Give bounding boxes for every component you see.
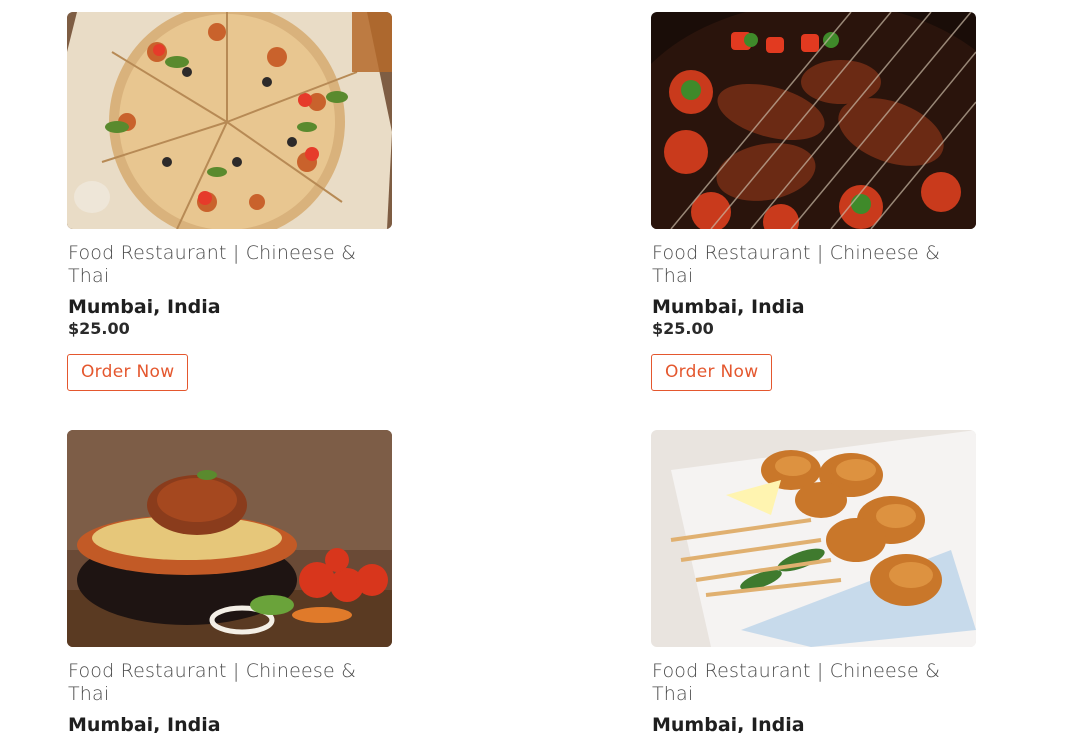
- restaurant-category: Food Restaurant | Chineese & Thai: [68, 242, 357, 287]
- fried-food-photo[interactable]: [651, 430, 976, 647]
- restaurant-location: Mumbai, India: [68, 714, 221, 733]
- restaurant-price: $25.00: [68, 319, 130, 338]
- restaurant-grid: Food Restaurant | Chineese & Thai Mumbai…: [0, 0, 1084, 733]
- restaurant-category: Food Restaurant | Chineese & Thai: [652, 660, 941, 705]
- restaurant-card: Food Restaurant | Chineese & Thai Mumbai…: [651, 12, 976, 391]
- restaurant-card: Food Restaurant | Chineese & Thai Mumbai…: [67, 430, 392, 733]
- pasta-photo[interactable]: [67, 430, 392, 647]
- restaurant-category: Food Restaurant | Chineese & Thai: [652, 242, 941, 287]
- pizza-photo[interactable]: [67, 12, 392, 229]
- grill-photo[interactable]: [651, 12, 976, 229]
- restaurant-card: Food Restaurant | Chineese & Thai Mumbai…: [651, 430, 976, 733]
- restaurant-location: Mumbai, India: [652, 296, 805, 318]
- restaurant-category: Food Restaurant | Chineese & Thai: [68, 660, 357, 705]
- order-now-button[interactable]: Order Now: [651, 354, 773, 391]
- restaurant-location: Mumbai, India: [652, 714, 805, 733]
- restaurant-location: Mumbai, India: [68, 296, 221, 318]
- restaurant-price: $25.00: [652, 319, 714, 338]
- restaurant-card: Food Restaurant | Chineese & Thai Mumbai…: [67, 12, 392, 391]
- order-now-button[interactable]: Order Now: [67, 354, 189, 391]
